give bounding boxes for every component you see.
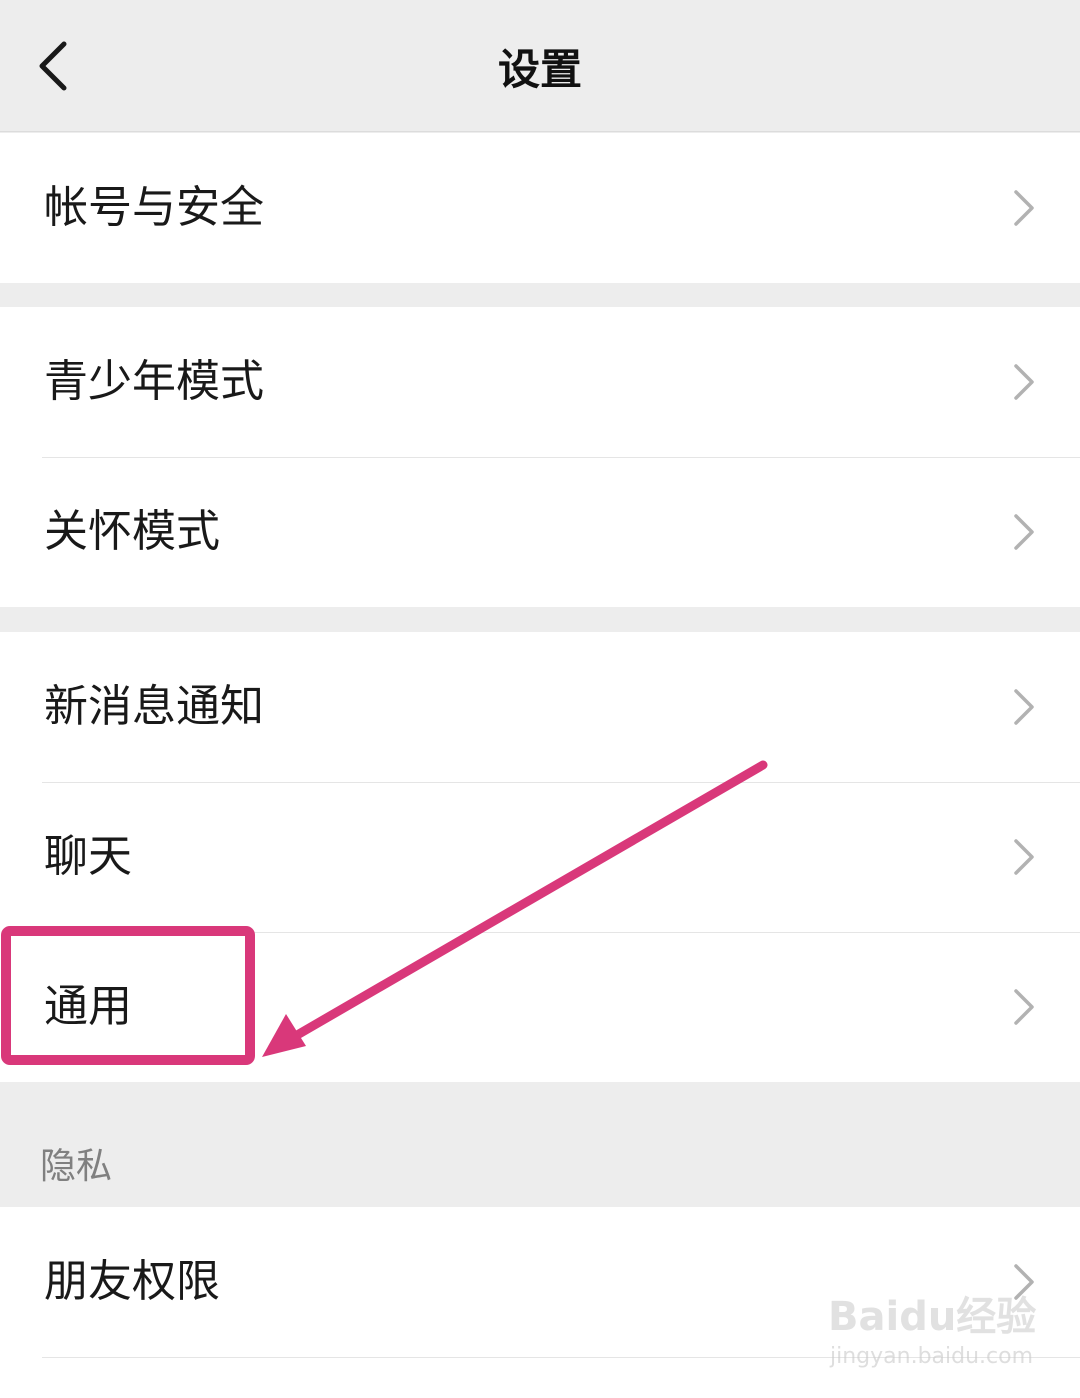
row-label: 朋友权限 bbox=[44, 1256, 220, 1307]
nav-bar: 设置 bbox=[0, 0, 1080, 132]
chevron-right-icon bbox=[1014, 190, 1034, 226]
row-care-mode[interactable]: 关怀模式 bbox=[0, 457, 1080, 607]
settings-group-modes: 青少年模式 关怀模式 bbox=[0, 307, 1080, 607]
row-new-message-notification[interactable]: 新消息通知 bbox=[0, 632, 1080, 782]
page-title: 设置 bbox=[497, 45, 582, 94]
row-chat[interactable]: 聊天 bbox=[0, 782, 1080, 932]
row-teen-mode[interactable]: 青少年模式 bbox=[0, 307, 1080, 457]
row-label: 聊天 bbox=[44, 831, 132, 882]
chevron-right-icon bbox=[1014, 364, 1034, 400]
watermark-brand: Baidu经验 bbox=[828, 1294, 1037, 1340]
row-label: 通用 bbox=[44, 981, 132, 1032]
chevron-right-icon bbox=[1014, 839, 1034, 875]
watermark-url: jingyan.baidu.com bbox=[830, 1344, 1034, 1369]
chevron-right-icon bbox=[1014, 514, 1034, 550]
row-label: 青少年模式 bbox=[44, 356, 264, 407]
baidu-watermark: Baidu经验 jingyan.baidu.com bbox=[826, 1282, 1056, 1382]
row-label: 关怀模式 bbox=[44, 506, 220, 557]
row-label: 帐号与安全 bbox=[44, 182, 264, 233]
section-header-privacy: 隐私 bbox=[40, 1146, 113, 1187]
settings-group-account: 帐号与安全 bbox=[0, 133, 1080, 283]
settings-group-general: 新消息通知 聊天 通用 bbox=[0, 632, 1080, 1082]
row-general[interactable]: 通用 bbox=[0, 932, 1080, 1082]
row-account-security[interactable]: 帐号与安全 bbox=[0, 133, 1080, 283]
chevron-right-icon bbox=[1014, 689, 1034, 725]
chevron-right-icon bbox=[1014, 989, 1034, 1025]
row-label: 新消息通知 bbox=[44, 681, 264, 732]
